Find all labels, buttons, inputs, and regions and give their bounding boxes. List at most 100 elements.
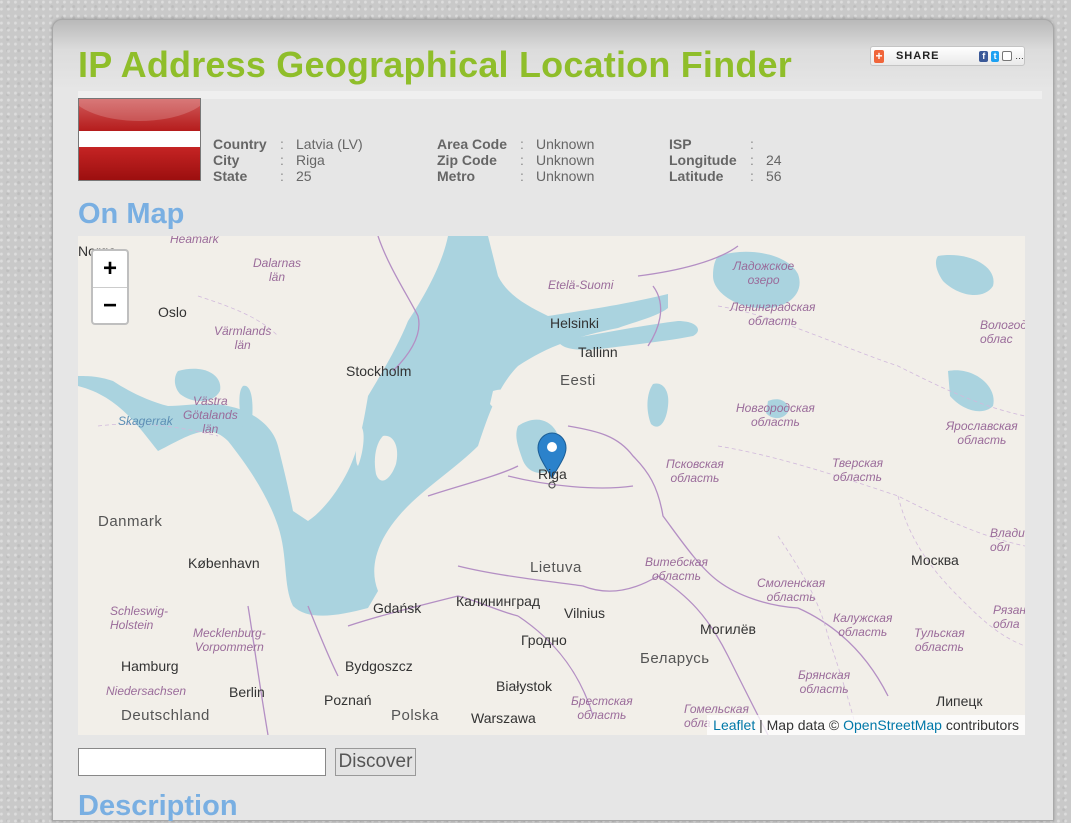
zip-code-value: Unknown	[536, 152, 595, 168]
map-label-mecklenburg: Mecklenburg- Vorpommern	[193, 626, 266, 654]
map-tiles	[78, 236, 1025, 735]
metro-label: Metro	[437, 168, 476, 184]
separator: :	[750, 136, 754, 152]
lake-onega	[935, 255, 994, 296]
ip-search-input[interactable]	[78, 748, 326, 776]
page-title: IP Address Geographical Location Finder	[78, 44, 792, 85]
map-label-vastra: Västra Götalands län	[183, 394, 238, 436]
area-code-value: Unknown	[536, 136, 595, 152]
leaflet-link[interactable]: Leaflet	[713, 717, 755, 733]
latitude-label: Latitude	[669, 168, 724, 184]
lake-peipus	[647, 383, 669, 427]
map-label-pskov: Псковская область	[666, 457, 724, 485]
zoom-control: + −	[91, 249, 129, 325]
map-label-warszawa: Warszawa	[471, 710, 536, 726]
state-value: 25	[296, 168, 312, 184]
info-row-zip-code: Zip Code : Unknown	[437, 152, 594, 168]
map-attribution: Leaflet | Map data © OpenStreetMap contr…	[707, 715, 1025, 735]
separator: :	[520, 136, 524, 152]
map-label-kaliningrad: Калининград	[456, 593, 541, 609]
map-label-bialystok: Białystok	[496, 678, 553, 694]
map-label-poznan: Poznań	[324, 692, 372, 708]
attribution-tail: contributors	[941, 717, 1019, 733]
separator: :	[750, 152, 754, 168]
separator: :	[520, 152, 524, 168]
share-label: SHARE	[895, 50, 940, 62]
map-label-schleswig: Schleswig- Holstein	[110, 604, 169, 632]
info-column-2: Area Code : Unknown Zip Code : Unknown M…	[437, 136, 594, 184]
map-label-vilnius: Vilnius	[564, 605, 605, 621]
map-label-tver: Тверская область	[832, 456, 884, 484]
email-icon[interactable]	[1002, 51, 1012, 61]
latitude-value: 56	[766, 168, 782, 184]
map-label-hamburg: Hamburg	[121, 658, 179, 674]
country-label: Country	[213, 136, 267, 152]
facebook-icon[interactable]: f	[979, 50, 988, 62]
info-row-isp: ISP :	[669, 136, 782, 152]
map-label-skagerrak: Skagerrak	[118, 414, 173, 428]
metro-value: Unknown	[536, 168, 595, 184]
info-row-latitude: Latitude : 56	[669, 168, 782, 184]
addthis-plus-icon: +	[874, 48, 884, 63]
share-button[interactable]: + SHARE f t …	[870, 46, 1025, 66]
map-label-lietuva: Lietuva	[530, 559, 582, 576]
separator: :	[280, 136, 284, 152]
map-label-etela-suomi: Etelä-Suomi	[548, 278, 614, 292]
map-label-danmark: Danmark	[98, 513, 163, 530]
more-icon[interactable]: …	[1015, 51, 1024, 61]
info-row-city: City : Riga	[213, 152, 363, 168]
zoom-out-button[interactable]: −	[93, 288, 127, 324]
map-label-grodno: Гродно	[521, 632, 567, 648]
map-label-bydgoszcz: Bydgoszcz	[345, 658, 413, 674]
map-label-oslo: Oslo	[158, 304, 187, 320]
region-borders	[97, 295, 1025, 735]
map-label-vladim: Владим обл	[990, 526, 1025, 554]
info-row-longitude: Longitude : 24	[669, 152, 782, 168]
map-view[interactable]: Norge Heamark Dalarnas län Oslo Värmland…	[78, 236, 1025, 735]
separator: :	[280, 152, 284, 168]
openstreetmap-link[interactable]: OpenStreetMap	[843, 717, 942, 733]
zoom-in-button[interactable]: +	[93, 251, 127, 288]
info-row-metro: Metro : Unknown	[437, 168, 594, 184]
separator: :	[280, 168, 284, 184]
separator: :	[520, 168, 524, 184]
info-column-1: Country : Latvia (LV) City : Riga State …	[213, 136, 363, 184]
city-value: Riga	[296, 152, 325, 168]
attribution-text: | Map data ©	[755, 717, 844, 733]
state-label: State	[213, 168, 248, 184]
map-label-varmlands: Värmlands län	[214, 324, 272, 352]
map-label-kaluga: Калужская область	[833, 611, 893, 639]
description-heading: Description	[78, 790, 238, 822]
map-label-tula: Тульская область	[914, 626, 965, 654]
info-row-area-code: Area Code : Unknown	[437, 136, 594, 152]
map-label-stockholm: Stockholm	[346, 363, 412, 379]
header-band	[78, 91, 1042, 99]
map-label-belarus: Беларусь	[640, 650, 710, 667]
map-label-helsinki: Helsinki	[550, 315, 600, 331]
map-label-dalarnas: Dalarnas län	[253, 256, 302, 284]
longitude-value: 24	[766, 152, 782, 168]
map-label-brest: Брестская область	[571, 694, 633, 722]
map-label-eesti: Eesti	[560, 372, 596, 389]
map-label-deutschland: Deutschland	[121, 707, 210, 724]
map-label-lipetsk: Липецк	[936, 693, 983, 709]
map-label-riga: Riga	[538, 466, 567, 482]
map-label-smolensk: Смоленская область	[757, 576, 826, 604]
saaremaa	[490, 389, 519, 412]
map-label-lenobl: Ленинградская область	[730, 300, 816, 328]
twitter-icon[interactable]: t	[990, 50, 1000, 62]
map-label-berlin: Berlin	[229, 684, 265, 700]
info-row-country: Country : Latvia (LV)	[213, 136, 363, 152]
info-row-state: State : 25	[213, 168, 363, 184]
discover-button[interactable]: Discover	[335, 748, 416, 776]
map-label-bryansk: Брянская область	[798, 668, 851, 696]
map-label-niedersachsen: Niedersachsen	[106, 684, 187, 698]
country-value: Latvia (LV)	[296, 136, 363, 152]
on-map-heading: On Map	[78, 198, 185, 230]
map-label-yaroslav: Ярославская область	[946, 419, 1018, 447]
area-code-label: Area Code	[437, 136, 508, 152]
map-label-tallinn: Tallinn	[578, 344, 618, 360]
map-label-ryazan: Рязан обла	[993, 603, 1025, 631]
separator: :	[750, 168, 754, 184]
country-flag	[78, 98, 201, 181]
